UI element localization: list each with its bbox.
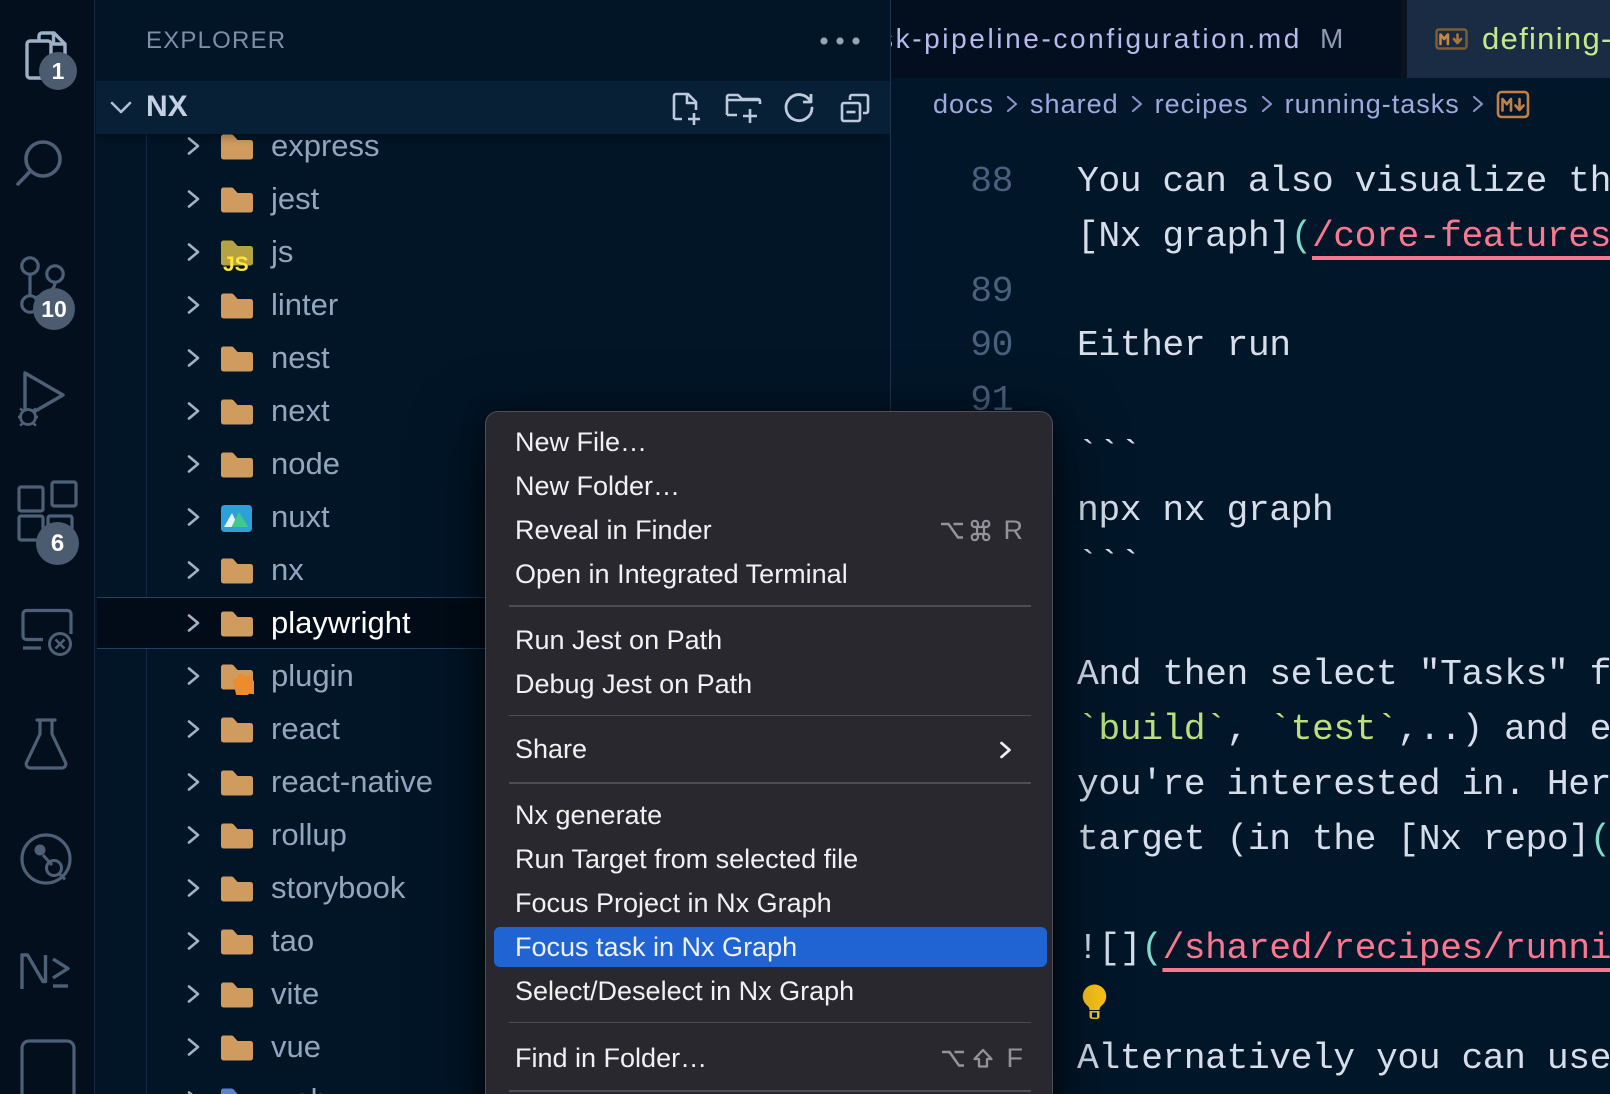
svg-text:JS: JS	[223, 253, 249, 271]
